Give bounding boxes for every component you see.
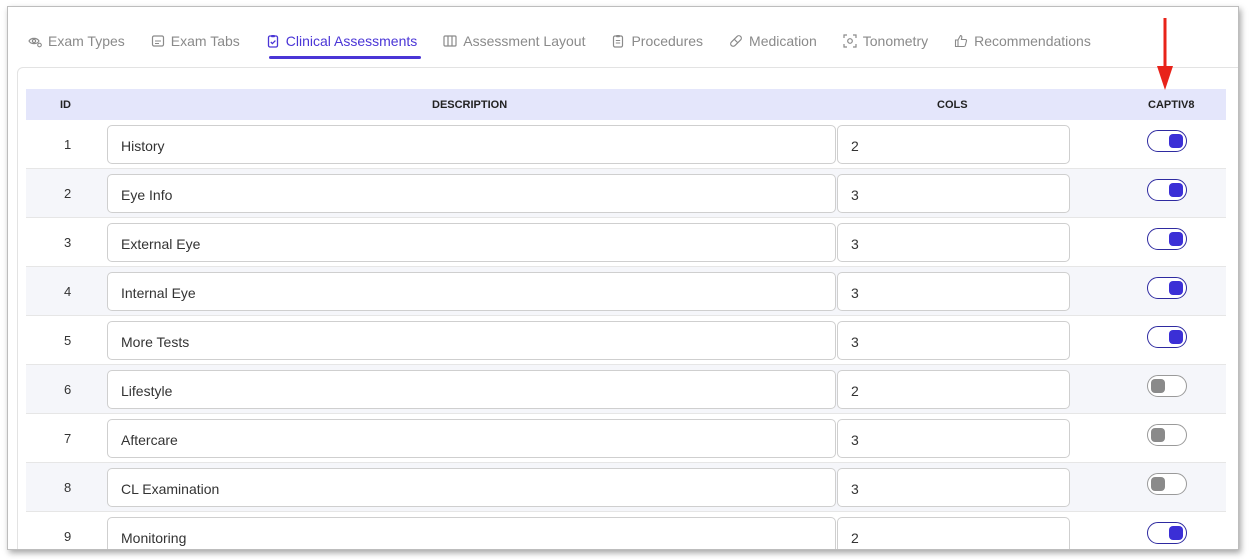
table-row: 5 More Tests 3 (26, 316, 1226, 365)
tab-exam-tabs[interactable]: Exam Tabs (151, 7, 240, 57)
header-description: DESCRIPTION (432, 99, 508, 111)
tab-label: Exam Types (48, 33, 125, 49)
table-row: 1 History 2 (26, 120, 1226, 169)
app-frame: Exam Types Exam Tabs Clinical Assessment… (7, 6, 1239, 550)
tab-tonometry[interactable]: Tonometry (843, 7, 928, 57)
cols-input[interactable]: 3 (837, 321, 1070, 360)
captiv8-toggle[interactable] (1147, 228, 1187, 250)
tab-bar: Exam Types Exam Tabs Clinical Assessment… (8, 7, 1238, 67)
thumbs-up-icon (954, 34, 968, 48)
table-row: 3 External Eye 3 (26, 218, 1226, 267)
focus-icon (843, 34, 857, 48)
tab-label: Procedures (631, 33, 704, 49)
description-input[interactable]: External Eye (107, 223, 836, 262)
table-header: ID DESCRIPTION COLS CAPTIV8 (26, 89, 1226, 120)
columns-icon (443, 34, 457, 48)
red-arrow-annotation-icon (1157, 18, 1173, 90)
cols-input[interactable]: 3 (837, 468, 1070, 507)
clipboard-list-icon (611, 34, 625, 48)
cols-input[interactable]: 3 (837, 174, 1070, 213)
captiv8-toggle[interactable] (1147, 130, 1187, 152)
cols-input[interactable]: 3 (837, 272, 1070, 311)
row-id: 5 (64, 333, 72, 348)
tab-label: Assessment Layout (463, 33, 586, 49)
table-row: 2 Eye Info 3 (26, 169, 1226, 218)
row-id: 7 (64, 431, 72, 446)
toggle-knob (1169, 134, 1183, 148)
header-id: ID (60, 99, 71, 111)
tab-medication[interactable]: Medication (729, 7, 817, 57)
row-id: 9 (64, 529, 72, 544)
captiv8-toggle[interactable] (1147, 179, 1187, 201)
row-id: 3 (64, 235, 72, 250)
assessments-panel: ID DESCRIPTION COLS CAPTIV8 1 History 2 … (17, 67, 1238, 549)
row-id: 1 (64, 137, 72, 152)
tab-label: Medication (749, 33, 817, 49)
cols-input[interactable]: 2 (837, 517, 1070, 549)
header-cols: COLS (937, 99, 968, 111)
table-row: 8 CL Examination 3 (26, 463, 1226, 512)
toggle-knob (1169, 232, 1183, 246)
captiv8-toggle[interactable] (1147, 473, 1187, 495)
captiv8-toggle[interactable] (1147, 277, 1187, 299)
table-row: 6 Lifestyle 2 (26, 365, 1226, 414)
row-id: 8 (64, 480, 72, 495)
toggle-knob (1169, 183, 1183, 197)
captiv8-toggle[interactable] (1147, 326, 1187, 348)
toggle-knob (1169, 281, 1183, 295)
tab-recommendations[interactable]: Recommendations (954, 7, 1091, 57)
table-row: 7 Aftercare 3 (26, 414, 1226, 463)
table-row: 4 Internal Eye 3 (26, 267, 1226, 316)
tab-assessment-layout[interactable]: Assessment Layout (443, 7, 585, 57)
eye-gear-icon (28, 34, 42, 48)
toggle-knob (1169, 330, 1183, 344)
description-input[interactable]: History (107, 125, 836, 164)
toggle-knob (1151, 428, 1165, 442)
toggle-knob (1151, 477, 1165, 491)
table-row: 9 Monitoring 2 (26, 512, 1226, 549)
toggle-knob (1151, 379, 1165, 393)
description-input[interactable]: Aftercare (107, 419, 836, 458)
tab-icon (151, 34, 165, 48)
tab-label: Recommendations (974, 33, 1091, 49)
cols-input[interactable]: 3 (837, 419, 1070, 458)
tab-clinical-assessments[interactable]: Clinical Assessments (266, 7, 421, 59)
cols-input[interactable]: 2 (837, 370, 1070, 409)
row-id: 2 (64, 186, 72, 201)
captiv8-toggle[interactable] (1147, 424, 1187, 446)
pill-icon (729, 34, 743, 48)
toggle-knob (1169, 526, 1183, 540)
description-input[interactable]: Lifestyle (107, 370, 836, 409)
description-input[interactable]: Monitoring (107, 517, 836, 549)
captiv8-toggle[interactable] (1147, 375, 1187, 397)
clipboard-check-icon (266, 34, 280, 48)
tab-label: Exam Tabs (170, 33, 240, 49)
tab-label: Tonometry (862, 33, 929, 49)
tab-label: Clinical Assessments (285, 33, 418, 49)
cols-input[interactable]: 3 (837, 223, 1070, 262)
cols-input[interactable]: 2 (837, 125, 1070, 164)
captiv8-toggle[interactable] (1147, 522, 1187, 544)
tab-procedures[interactable]: Procedures (611, 7, 703, 57)
tab-exam-types[interactable]: Exam Types (28, 7, 125, 57)
description-input[interactable]: CL Examination (107, 468, 836, 507)
row-id: 4 (64, 284, 72, 299)
description-input[interactable]: Internal Eye (107, 272, 836, 311)
row-id: 6 (64, 382, 72, 397)
description-input[interactable]: Eye Info (107, 174, 836, 213)
description-input[interactable]: More Tests (107, 321, 836, 360)
header-captiv8: CAPTIV8 (1148, 99, 1195, 111)
